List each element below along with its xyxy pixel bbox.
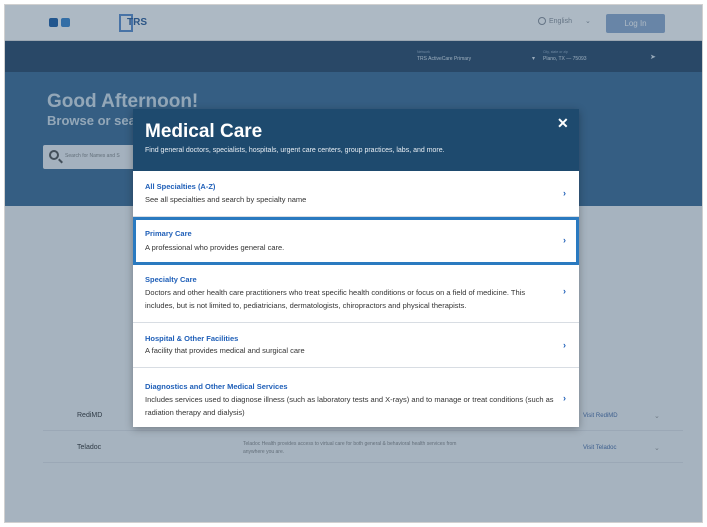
close-icon[interactable]: ✕ — [557, 115, 569, 132]
option-description: See all specialties and search by specia… — [145, 195, 307, 204]
option-description: A facility that provides medical and sur… — [145, 346, 305, 355]
option-description: A professional who provides general care… — [145, 243, 285, 252]
chevron-right-icon: › — [563, 188, 566, 198]
option-hospital-facilities[interactable]: Hospital & Other Facilities A facility t… — [133, 323, 579, 368]
modal-subtitle: Find general doctors, specialists, hospi… — [145, 147, 445, 154]
option-title: Diagnostics and Other Medical Services — [145, 382, 288, 391]
option-description: Includes services used to diagnose illne… — [145, 395, 554, 417]
option-description: Doctors and other health care practition… — [145, 288, 526, 310]
medical-care-modal: Medical Care Find general doctors, speci… — [133, 109, 579, 427]
option-title: Primary Care — [145, 229, 192, 238]
option-title: Specialty Care — [145, 275, 197, 284]
option-all-specialties[interactable]: All Specialties (A-Z) See all specialtie… — [133, 171, 579, 217]
option-primary-care[interactable]: Primary Care A professional who provides… — [133, 217, 579, 265]
modal-header: Medical Care Find general doctors, speci… — [133, 109, 579, 171]
chevron-right-icon: › — [563, 286, 566, 296]
chevron-right-icon: › — [563, 393, 566, 403]
option-title: All Specialties (A-Z) — [145, 182, 216, 191]
chevron-right-icon: › — [563, 235, 566, 245]
option-specialty-care[interactable]: Specialty Care Doctors and other health … — [133, 265, 579, 323]
chevron-right-icon: › — [563, 340, 566, 350]
modal-title: Medical Care — [145, 121, 263, 142]
option-diagnostics[interactable]: Diagnostics and Other Medical Services I… — [133, 368, 579, 427]
option-title: Hospital & Other Facilities — [145, 334, 239, 343]
